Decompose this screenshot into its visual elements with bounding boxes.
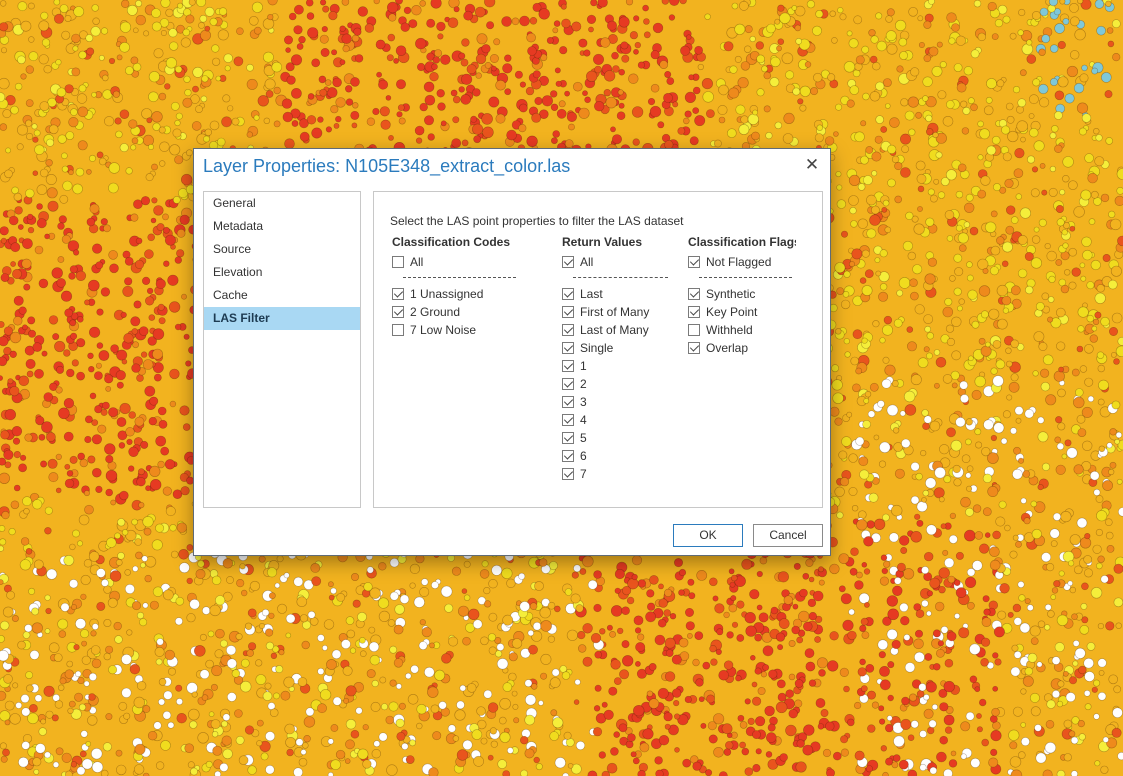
return-value-row[interactable]: 5	[562, 429, 672, 447]
checkbox-label: 4	[580, 413, 587, 427]
checkbox[interactable]	[562, 468, 574, 480]
checkbox-label: Single	[580, 341, 614, 355]
return-values-column: Return Values All Last First of Many Las…	[562, 235, 672, 483]
close-icon[interactable]: ✕	[802, 155, 822, 175]
checkbox[interactable]	[688, 288, 700, 300]
checkbox-label: 1	[580, 359, 587, 373]
checkbox-label: Last of Many	[580, 323, 649, 337]
return-value-row[interactable]: 1	[562, 357, 672, 375]
separator	[699, 277, 792, 278]
classification-flags-heading: Classification Flags	[688, 235, 796, 249]
dialog-title: Layer Properties: N105E348_extract_color…	[203, 156, 571, 176]
checkbox[interactable]	[392, 288, 404, 300]
cancel-button[interactable]: Cancel	[753, 524, 823, 547]
separator	[403, 277, 516, 278]
nav-item-cache[interactable]: Cache	[204, 284, 360, 307]
classification-codes-heading: Classification Codes	[392, 235, 511, 249]
return-value-row[interactable]: Last of Many	[562, 321, 672, 339]
checkbox[interactable]	[562, 324, 574, 336]
checkbox[interactable]	[562, 432, 574, 444]
checkbox[interactable]	[392, 324, 404, 336]
class-code-row[interactable]: 2 Ground	[392, 303, 542, 321]
checkbox-label: 2 Ground	[410, 305, 461, 319]
checkbox-label: 2	[580, 377, 587, 391]
checkbox[interactable]	[392, 306, 404, 318]
return-value-row[interactable]: Single	[562, 339, 672, 357]
checkbox[interactable]	[688, 256, 700, 268]
checkbox-label: Overlap	[706, 341, 749, 355]
return-value-row[interactable]: 3	[562, 393, 672, 411]
nav-item-las-filter[interactable]: LAS Filter	[204, 307, 360, 330]
checkbox[interactable]	[562, 450, 574, 462]
checkbox-label: Not Flagged	[706, 255, 772, 269]
checkbox-label: Last	[580, 287, 603, 301]
checkbox[interactable]	[562, 342, 574, 354]
layer-properties-dialog: Layer Properties: N105E348_extract_color…	[193, 148, 831, 556]
checkbox-label: All	[410, 255, 424, 269]
not-flagged-row[interactable]: Not Flagged	[688, 253, 796, 271]
checkbox-label: 3	[580, 395, 587, 409]
checkbox-label: Synthetic	[706, 287, 756, 301]
class-code-row[interactable]: 1 Unassigned	[392, 285, 542, 303]
las-filter-panel: Select the LAS point properties to filte…	[373, 191, 823, 508]
return-value-row[interactable]: First of Many	[562, 303, 672, 321]
checkbox-label: All	[580, 255, 594, 269]
checkbox[interactable]	[562, 360, 574, 372]
checkbox[interactable]	[562, 288, 574, 300]
classification-flags-column: Classification Flags Not Flagged Synthet…	[688, 235, 796, 357]
separator	[573, 277, 668, 278]
nav-item-metadata[interactable]: Metadata	[204, 215, 360, 238]
checkbox-label: 7	[580, 467, 587, 481]
checkbox[interactable]	[688, 342, 700, 354]
checkbox[interactable]	[562, 306, 574, 318]
flag-row[interactable]: Key Point	[688, 303, 796, 321]
nav-item-source[interactable]: Source	[204, 238, 360, 261]
checkbox-label: 6	[580, 449, 587, 463]
return-value-row[interactable]: Last	[562, 285, 672, 303]
checkbox[interactable]	[562, 256, 574, 268]
checkbox[interactable]	[688, 306, 700, 318]
checkbox[interactable]	[562, 414, 574, 426]
flag-row[interactable]: Synthetic	[688, 285, 796, 303]
ok-button[interactable]: OK	[673, 524, 743, 547]
flag-row[interactable]: Withheld	[688, 321, 796, 339]
flag-row[interactable]: Overlap	[688, 339, 796, 357]
class-code-row[interactable]: 7 Low Noise	[392, 321, 542, 339]
classification-codes-all-row[interactable]: All	[392, 253, 542, 271]
return-values-heading: Return Values	[562, 235, 643, 249]
checkbox-label: First of Many	[580, 305, 650, 319]
return-value-row[interactable]: 7	[562, 465, 672, 483]
checkbox[interactable]	[562, 378, 574, 390]
nav-item-general[interactable]: General	[204, 192, 360, 215]
classification-codes-column: Classification Codes All 1 Unassigned 2 …	[392, 235, 542, 339]
checkbox-label: Key Point	[706, 305, 758, 319]
checkbox-label: 5	[580, 431, 587, 445]
return-value-row[interactable]: 2	[562, 375, 672, 393]
return-value-row[interactable]: 4	[562, 411, 672, 429]
nav-item-elevation[interactable]: Elevation	[204, 261, 360, 284]
instruction-text: Select the LAS point properties to filte…	[390, 214, 684, 228]
checkbox[interactable]	[688, 324, 700, 336]
checkbox-label: 1 Unassigned	[410, 287, 484, 301]
return-value-row[interactable]: 6	[562, 447, 672, 465]
properties-nav: General Metadata Source Elevation Cache …	[203, 191, 361, 508]
checkbox[interactable]	[562, 396, 574, 408]
return-values-all-row[interactable]: All	[562, 253, 672, 271]
checkbox-label: Withheld	[706, 323, 753, 337]
checkbox[interactable]	[392, 256, 404, 268]
checkbox-label: 7 Low Noise	[410, 323, 477, 337]
